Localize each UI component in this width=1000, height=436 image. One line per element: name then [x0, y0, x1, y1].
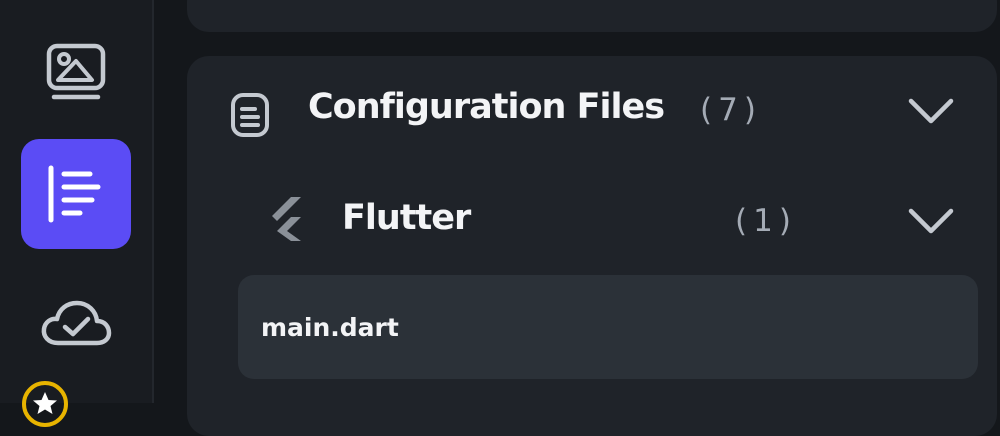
chevron-down-icon[interactable] [907, 206, 955, 236]
rail-item-cloud[interactable] [21, 268, 131, 378]
star-badge-icon [22, 381, 68, 427]
subsection-count: (1) [735, 203, 797, 239]
configuration-files-panel: Configuration Files (7) Flutter (1) main… [187, 56, 997, 436]
file-name: main.dart [261, 313, 399, 342]
navigation-rail [0, 0, 154, 427]
rail-item-media[interactable] [21, 18, 131, 128]
file-document-icon [231, 93, 269, 137]
image-gallery-icon [46, 43, 106, 100]
rail-item-files[interactable] [21, 139, 131, 249]
flutter-logo-icon [272, 197, 301, 241]
cloud-check-icon [41, 300, 112, 346]
section-count: (7) [700, 92, 762, 128]
file-row-main-dart[interactable]: main.dart [238, 275, 978, 379]
rail-item-favorites[interactable] [21, 380, 69, 428]
subsection-header-flutter[interactable]: Flutter (1) [187, 181, 997, 261]
chevron-down-icon[interactable] [907, 96, 955, 126]
previous-panel [187, 0, 997, 32]
section-title: Configuration Files [308, 87, 665, 127]
subsection-title: Flutter [342, 198, 471, 238]
document-list-icon [48, 165, 101, 223]
section-header-configuration-files[interactable]: Configuration Files (7) [187, 56, 997, 166]
